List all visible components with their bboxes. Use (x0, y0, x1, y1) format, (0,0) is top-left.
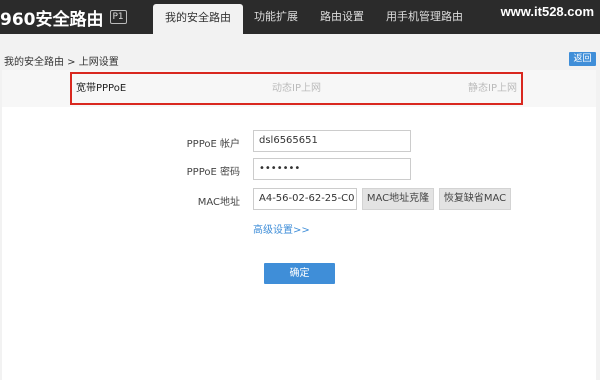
top-header: 960安全路由 P1 我的安全路由 功能扩展 路由设置 用手机管理路由 www.… (0, 0, 600, 34)
password-input[interactable]: ••••••• (253, 158, 411, 180)
mac-restore-button[interactable]: 恢复缺省MAC (439, 188, 511, 210)
tab-router-settings[interactable]: 路由设置 (309, 0, 375, 34)
tab-extensions[interactable]: 功能扩展 (243, 0, 309, 34)
tab-mobile-manage[interactable]: 用手机管理路由 (375, 0, 474, 34)
confirm-button[interactable]: 确定 (264, 263, 335, 284)
logo-text: 960安全路由 (0, 9, 104, 30)
brand-logo: 960安全路由 P1 (0, 6, 127, 30)
advanced-settings-link[interactable]: 高级设置>> (253, 221, 310, 236)
site-watermark: www.it528.com (500, 4, 594, 19)
model-badge: P1 (109, 10, 127, 24)
back-button[interactable]: 返回 (569, 52, 596, 66)
tab-my-router[interactable]: 我的安全路由 (153, 4, 243, 34)
password-label: PPPoE 密码 (186, 167, 240, 178)
mac-clone-button[interactable]: MAC地址克隆 (362, 188, 434, 210)
mac-input[interactable]: A4-56-02-62-25-C0 (253, 188, 357, 210)
mac-label: MAC地址 (197, 197, 240, 208)
highlight-box (70, 72, 523, 105)
account-label: PPPoE 帐户 (186, 139, 240, 150)
main-nav: 我的安全路由 功能扩展 路由设置 用手机管理路由 (153, 0, 474, 34)
account-input[interactable]: dsl6565651 (253, 130, 411, 152)
breadcrumb: 我的安全路由 > 上网设置 (4, 57, 119, 68)
